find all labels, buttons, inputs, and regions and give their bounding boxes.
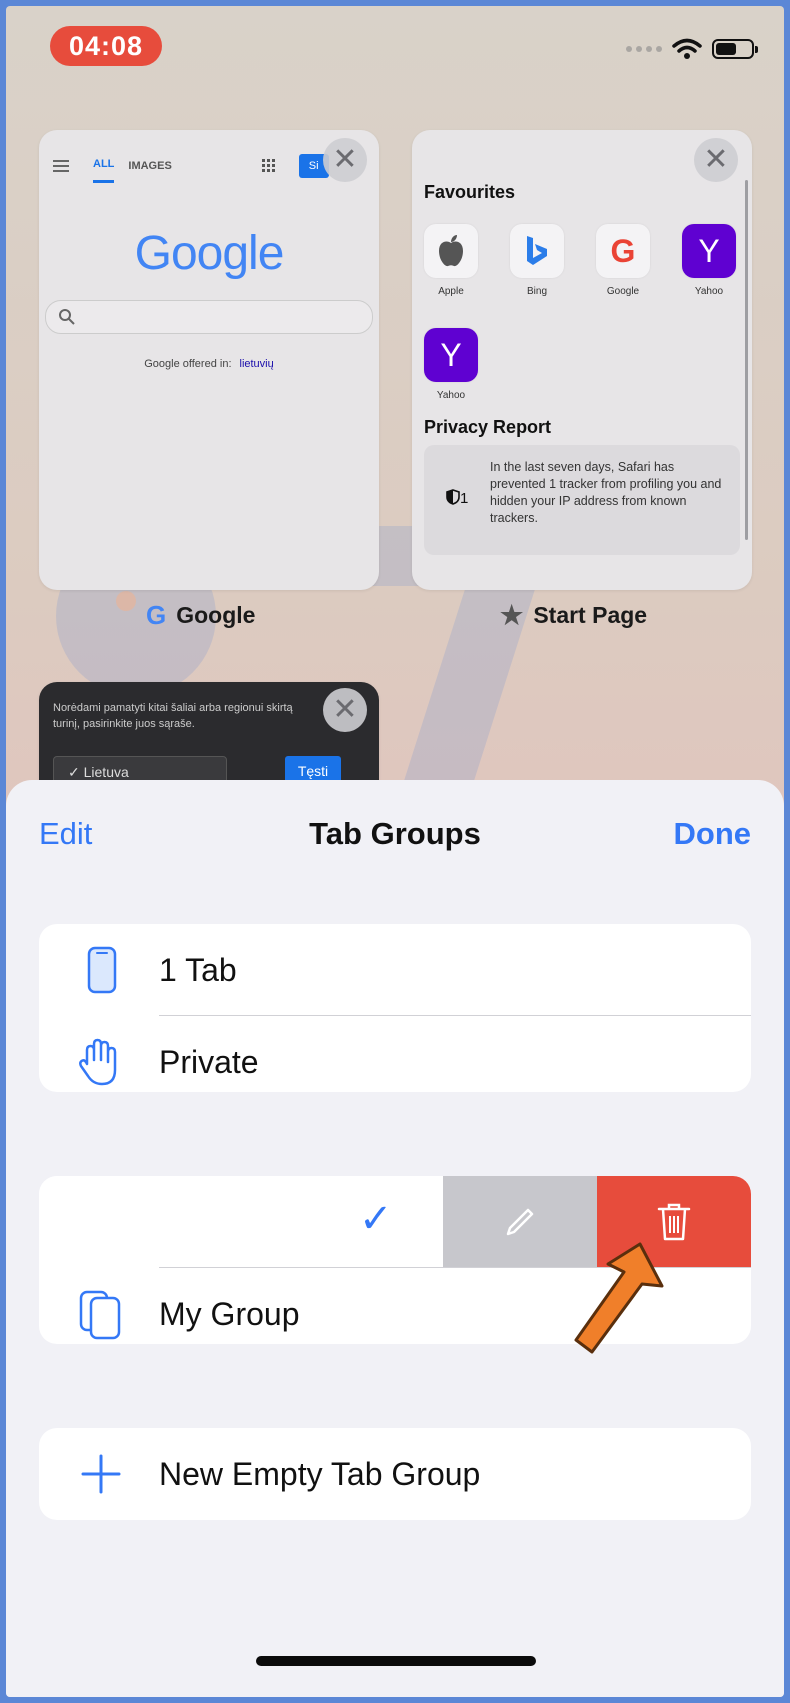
close-tab-start-page-button[interactable]: ✕: [694, 138, 738, 182]
sheet-title: Tab Groups: [309, 816, 481, 851]
new-group-label: New Empty Tab Group: [159, 1456, 481, 1492]
star-icon: ★: [500, 600, 524, 630]
google-search-box: [45, 300, 373, 334]
menu-icon: [53, 159, 69, 172]
tab-title-google-text: Google: [176, 602, 256, 628]
privacy-shield: 1: [446, 489, 468, 507]
scrollbar: [745, 180, 748, 540]
tab-title-start-page-text: Start Page: [533, 602, 648, 628]
google-logo: Google: [39, 226, 379, 281]
yahoo-icon: Y: [424, 328, 478, 382]
iphone-icon: [87, 946, 117, 994]
tab-group-icon: [79, 1290, 121, 1340]
favourite-label: Yahoo: [694, 286, 724, 297]
favourite-label: Bing: [526, 286, 547, 297]
google-logo-text: Google: [134, 227, 285, 280]
offered-prefix: Google offered in:: [144, 358, 232, 370]
pencil-icon: [506, 1208, 534, 1236]
google-offered-in: Google offered in: lietuvių: [39, 358, 379, 370]
home-indicator[interactable]: [256, 1656, 536, 1666]
wifi-icon: [672, 38, 702, 59]
google-header: ALL IMAGES Si: [53, 148, 329, 183]
offered-language-link: lietuvių: [239, 358, 274, 370]
tracker-count: 1: [460, 490, 469, 507]
search-icon: [59, 309, 75, 325]
done-button[interactable]: Done: [674, 816, 752, 852]
google-tab-images: IMAGES: [128, 159, 172, 172]
status-icons: [626, 34, 758, 64]
battery-icon: [712, 39, 758, 59]
default-groups-card: 1 Tab Private: [39, 924, 751, 1092]
apple-icon: [424, 224, 478, 278]
close-icon: ✕: [703, 143, 729, 176]
region-prompt-text: Norėdami pamatyti kitai šaliai arba regi…: [53, 702, 293, 730]
new-group-card: New Empty Tab Group: [39, 1428, 751, 1520]
tab-title-start-page[interactable]: ★ Start Page: [500, 600, 647, 631]
privacy-report-text: In the last seven days, Safari has preve…: [490, 460, 722, 525]
favourite-yahoo: Y Yahoo: [682, 224, 736, 297]
shield-icon: [446, 489, 460, 505]
cellular-signal-icon: [626, 46, 662, 52]
plus-icon: [81, 1454, 121, 1494]
yahoo-icon: Y: [682, 224, 736, 278]
apps-grid-icon: [261, 159, 275, 172]
favourite-apple: Apple: [424, 224, 478, 297]
tab-thumbnail-google[interactable]: ALL IMAGES Si Google Google offered in: l…: [39, 130, 379, 590]
group-row-1-tab[interactable]: 1 Tab: [39, 924, 751, 1016]
google-tab-all: ALL: [93, 158, 115, 183]
favourite-label: Yahoo: [436, 390, 466, 401]
favourite-label: Google: [606, 286, 640, 297]
group-label: 1 Tab: [159, 952, 237, 988]
privacy-report-title: Privacy Report: [424, 417, 552, 437]
swiped-row-content: ✓: [39, 1176, 443, 1268]
close-icon: ✕: [332, 143, 358, 176]
favourite-bing: Bing: [510, 224, 564, 297]
hand-icon: [79, 1038, 117, 1086]
google-icon: G: [596, 224, 650, 278]
checkmark-icon: ✓: [359, 1197, 393, 1241]
status-time[interactable]: 04:08: [50, 26, 162, 66]
group-label: My Group: [159, 1296, 300, 1332]
close-tab-google-button[interactable]: ✕: [323, 138, 367, 182]
tab-thumbnail-start-page[interactable]: Favourites Apple Bing G Google Y Yahoo Y…: [412, 130, 752, 590]
arrow-annotation-icon: [574, 1242, 664, 1354]
favourite-label: Apple: [438, 286, 464, 297]
privacy-report-box: 1 In the last seven days, Safari has pre…: [424, 445, 740, 555]
close-tab-third-button[interactable]: ✕: [323, 688, 367, 732]
favourites-title: Favourites: [424, 182, 516, 202]
screen: risk.com 04:08 ALL IMAGES Si Google: [6, 6, 784, 1697]
tab-title-google[interactable]: G Google: [146, 600, 255, 631]
bing-icon: [510, 224, 564, 278]
google-favicon-icon: G: [146, 600, 167, 630]
group-row-private[interactable]: Private: [39, 1016, 751, 1092]
group-label: Private: [159, 1044, 259, 1080]
favourite-google: G Google: [596, 224, 650, 297]
new-empty-tab-group-button[interactable]: New Empty Tab Group: [39, 1428, 751, 1520]
close-icon: ✕: [332, 693, 358, 726]
favourite-yahoo-2: Y Yahoo: [424, 328, 478, 401]
